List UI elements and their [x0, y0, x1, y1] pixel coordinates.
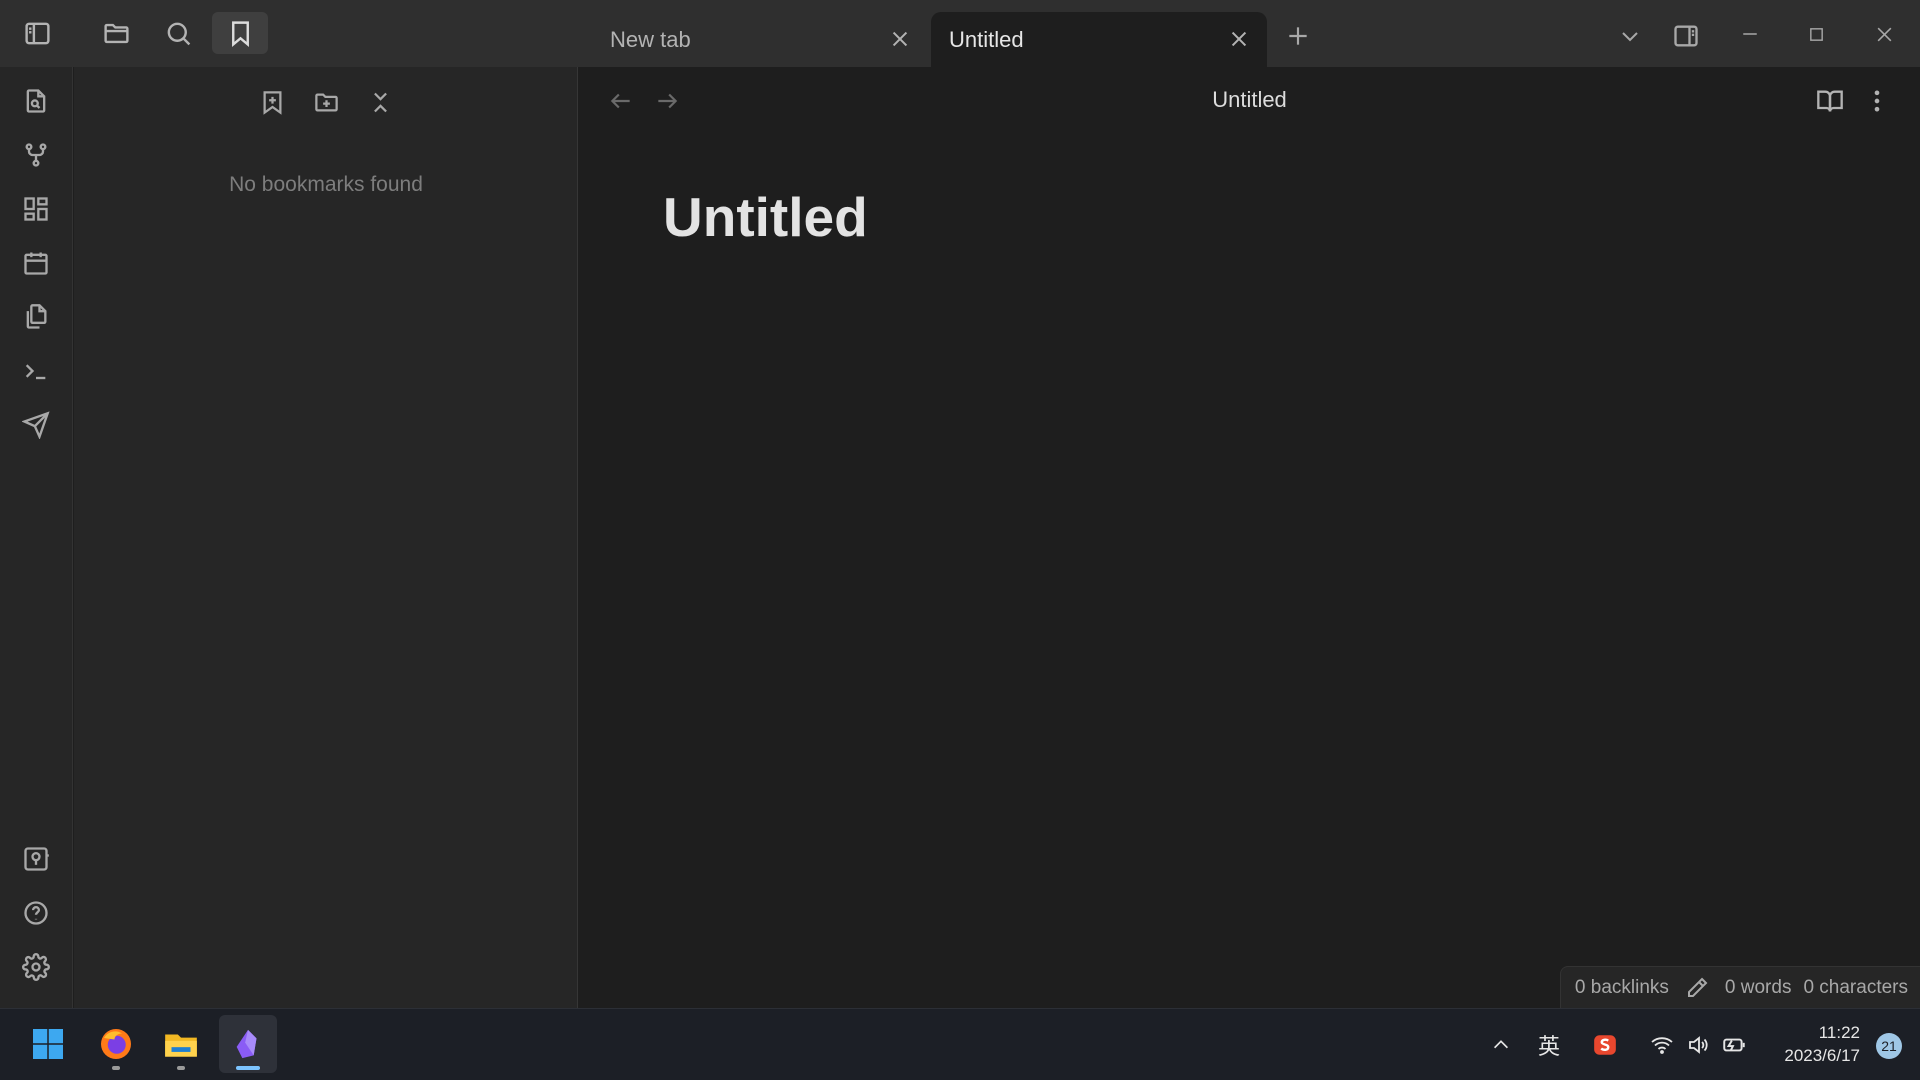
close-icon: [892, 31, 908, 47]
sogou-ime-icon[interactable]: [1588, 1029, 1622, 1061]
inline-title[interactable]: Untitled: [663, 185, 868, 249]
tab-label: New tab: [610, 26, 691, 52]
file-search-icon: [26, 89, 46, 113]
close-tab-button[interactable]: [886, 25, 914, 53]
folder-plus-icon: [314, 93, 338, 111]
volume-icon[interactable]: [1683, 1029, 1713, 1061]
title-bar: New tab Untitled: [0, 0, 1920, 67]
battery-icon[interactable]: [1719, 1029, 1749, 1061]
maximize-button[interactable]: [1794, 14, 1838, 54]
send-icon: [22, 411, 50, 439]
open-quick-switcher-button[interactable]: [14, 79, 58, 123]
more-vertical-icon: [1874, 90, 1880, 112]
chevrons-collapse-icon: [373, 92, 387, 112]
backlinks-count[interactable]: 0 backlinks: [1575, 977, 1669, 999]
view-header-title[interactable]: Untitled: [579, 87, 1920, 113]
tab-untitled[interactable]: Untitled: [931, 12, 1267, 67]
files-icon: [26, 304, 47, 329]
word-count: 0 words: [1724, 976, 1792, 998]
taskbar-app-obsidian[interactable]: [219, 1015, 277, 1073]
files-tab-button[interactable]: [88, 12, 144, 54]
vault-icon: [24, 847, 49, 871]
windows-taskbar: 英 11:22 2023/6/17 21: [0, 1008, 1920, 1080]
layout-dashboard-icon: [24, 197, 48, 221]
help-circle-icon: [24, 901, 48, 925]
publish-button[interactable]: [14, 403, 58, 447]
tab-list-dropdown[interactable]: [1612, 18, 1648, 54]
bookmark-icon: [226, 19, 255, 48]
bookmark-current-view-button[interactable]: [252, 83, 292, 121]
editing-mode-icon[interactable]: [1685, 976, 1709, 1000]
file-explorer-icon: [165, 1034, 197, 1057]
more-options-button[interactable]: [1857, 81, 1897, 121]
close-icon: [1877, 27, 1891, 41]
chevron-up-icon: [1493, 1040, 1509, 1049]
book-open-icon: [1817, 90, 1843, 112]
terminal-icon: [25, 364, 46, 380]
obsidian-window: New tab Untitled No bookmarks found Unti…: [0, 0, 1920, 1008]
clock-date: 2023/6/17: [1784, 1046, 1860, 1065]
open-graph-view-button[interactable]: [14, 133, 58, 177]
tab-label: Untitled: [949, 26, 1024, 52]
ribbon: [0, 67, 73, 1008]
new-tab-button[interactable]: [1280, 18, 1316, 54]
open-canvas-button[interactable]: [14, 187, 58, 231]
taskbar-app-file-explorer[interactable]: [152, 1015, 210, 1073]
close-icon: [1231, 31, 1247, 47]
insert-template-button[interactable]: [14, 295, 58, 339]
sidebar-right-icon: [1674, 25, 1698, 47]
settings-button[interactable]: [14, 945, 58, 989]
tab-new-tab[interactable]: New tab: [592, 12, 928, 67]
open-daily-note-button[interactable]: [14, 241, 58, 285]
gear-icon: [22, 953, 50, 981]
search-icon: [164, 19, 193, 48]
calendar-icon: [24, 252, 48, 275]
open-vault-button[interactable]: [14, 837, 58, 881]
running-indicator: [177, 1066, 185, 1070]
plus-icon: [1289, 27, 1307, 45]
maximize-icon: [1809, 27, 1823, 41]
taskbar-app-firefox[interactable]: [87, 1015, 145, 1073]
show-hidden-icons-button[interactable]: [1486, 1029, 1516, 1061]
search-tab-button[interactable]: [150, 12, 206, 54]
chevron-down-icon: [1622, 32, 1638, 42]
open-command-palette-button[interactable]: [14, 349, 58, 393]
character-count: 0 characters: [1803, 976, 1908, 998]
window-close-button[interactable]: [1862, 14, 1906, 54]
empty-bookmarks-message: No bookmarks found: [229, 173, 423, 196]
minimize-icon: [1743, 33, 1757, 35]
folder-icon: [102, 19, 131, 48]
status-bar: 0 backlinks 0 words 0 characters: [1559, 966, 1920, 1008]
notification-badge[interactable]: 21: [1876, 1033, 1902, 1059]
system-clock[interactable]: 11:22 2023/6/17: [1784, 1021, 1860, 1067]
help-button[interactable]: [14, 891, 58, 935]
minimize-button[interactable]: [1728, 14, 1772, 54]
new-bookmark-group-button[interactable]: [306, 83, 346, 121]
close-tab-button[interactable]: [1225, 25, 1253, 53]
clock-time: 11:22: [1818, 1023, 1860, 1042]
reading-view-button[interactable]: [1810, 81, 1850, 121]
firefox-icon: [101, 1029, 131, 1059]
toggle-right-sidebar-button[interactable]: [1666, 16, 1706, 56]
active-indicator: [236, 1066, 260, 1070]
wifi-icon[interactable]: [1647, 1029, 1677, 1061]
running-indicator: [112, 1066, 120, 1070]
bookmarks-panel: No bookmarks found: [74, 67, 578, 1008]
toggle-left-sidebar-button[interactable]: [9, 12, 65, 54]
windows-logo-icon: [33, 1029, 63, 1059]
git-fork-icon: [25, 143, 47, 167]
bookmark-plus-icon: [263, 90, 281, 115]
start-button[interactable]: [19, 1015, 77, 1073]
editor-pane: Untitled Untitled 0 backlinks 0 words 0 …: [579, 67, 1920, 1008]
collapse-all-button[interactable]: [360, 83, 400, 121]
input-method-indicator[interactable]: 英: [1532, 1029, 1566, 1061]
sidebar-left-icon: [23, 19, 52, 48]
obsidian-icon: [236, 1029, 257, 1059]
bookmarks-tab-button[interactable]: [212, 12, 268, 54]
